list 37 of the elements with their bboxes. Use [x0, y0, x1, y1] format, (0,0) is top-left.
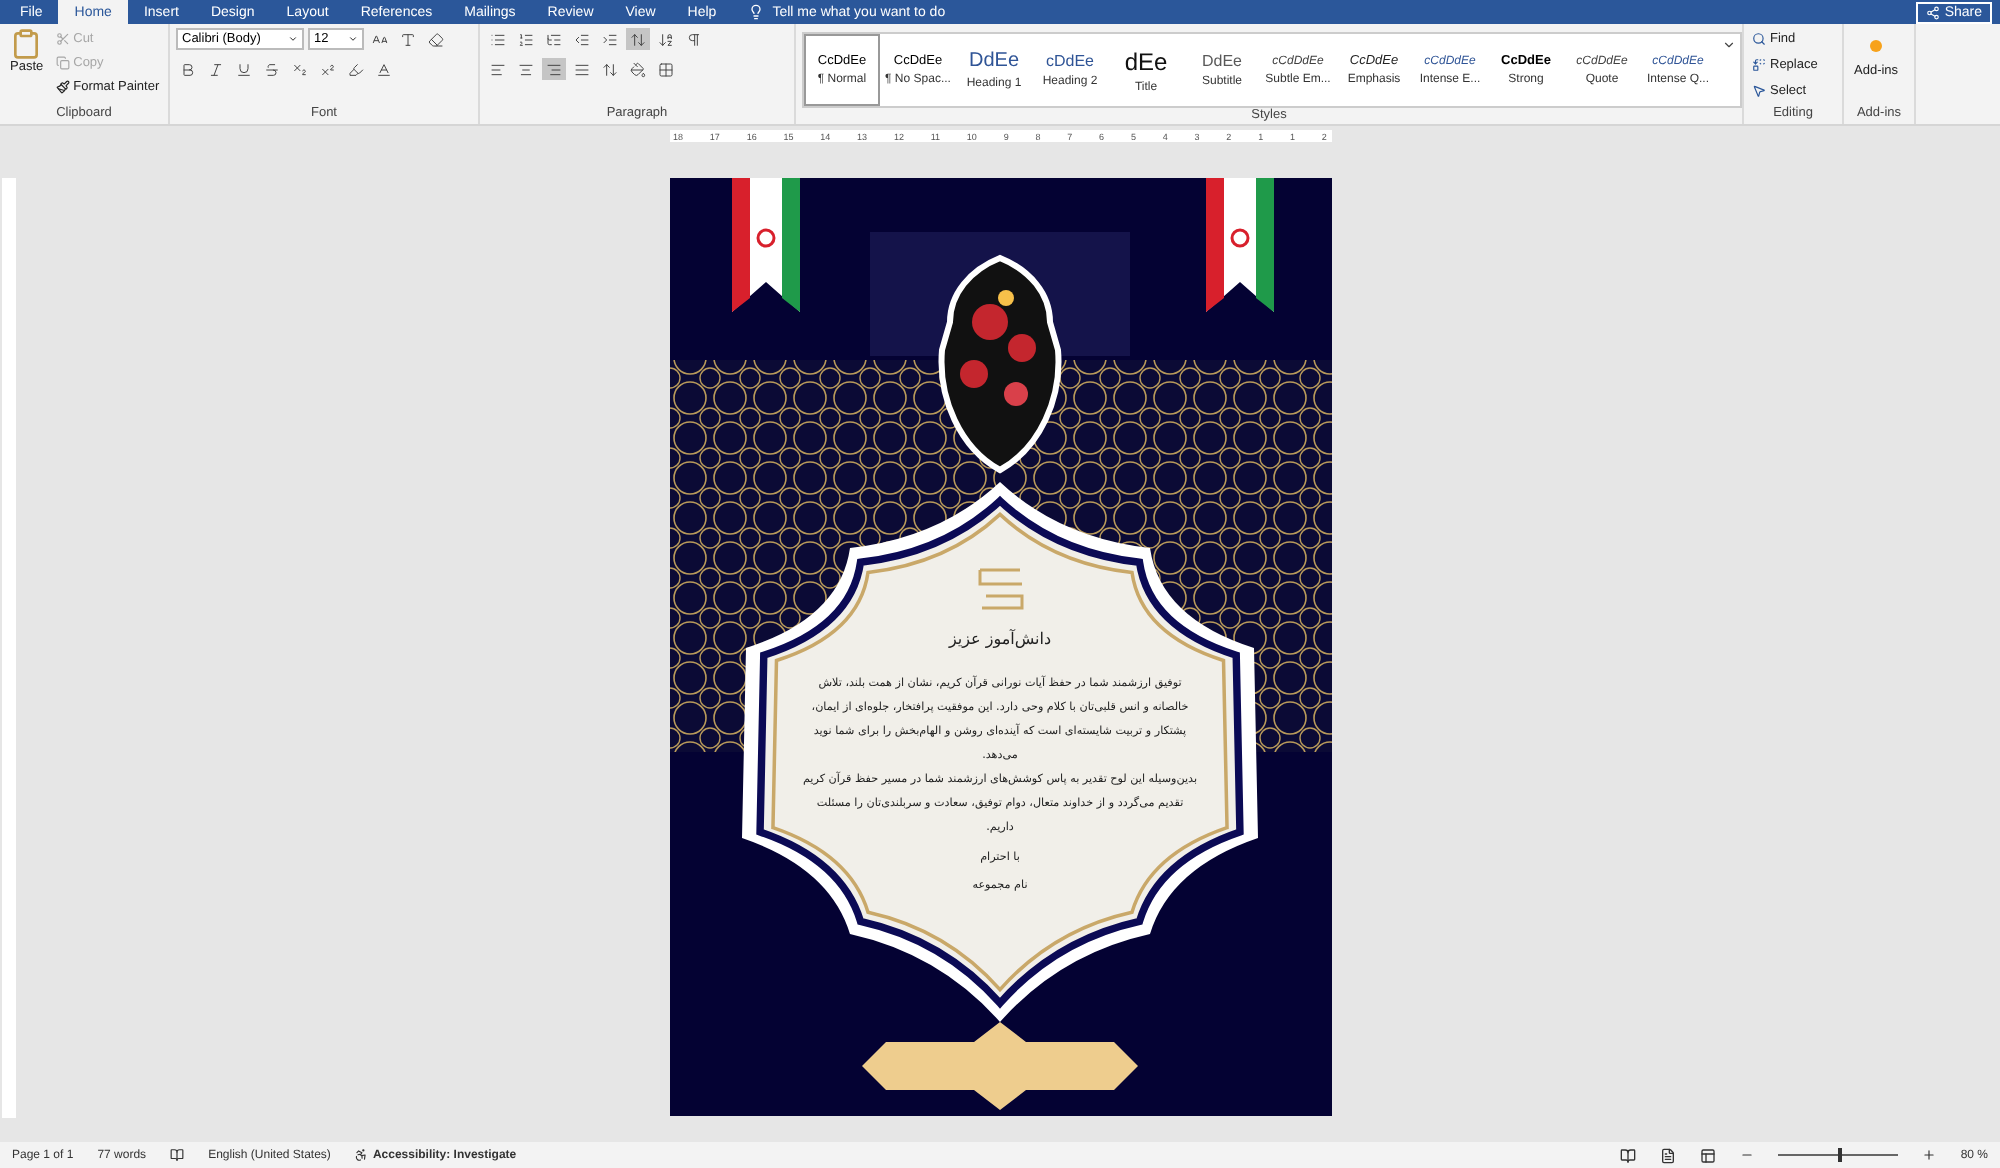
- paragraph-tool-icon[interactable]: [654, 58, 678, 80]
- paragraph-tool-icon[interactable]: [514, 28, 538, 50]
- web-layout-icon[interactable]: [1700, 1147, 1717, 1163]
- search-icon: [1752, 31, 1766, 45]
- print-layout-icon[interactable]: [1660, 1147, 1677, 1163]
- format-icon[interactable]: [344, 58, 368, 80]
- font-tool-icon[interactable]: [424, 28, 448, 50]
- chevron-down-icon: [1721, 38, 1735, 52]
- scissors-icon: [55, 31, 70, 45]
- zoom-out-icon[interactable]: [1740, 1148, 1755, 1162]
- dropdown-icon: [288, 34, 298, 44]
- format-icon[interactable]: [372, 58, 396, 80]
- paintbrush-icon: [55, 79, 70, 93]
- paragraph-tool-icon[interactable]: [542, 58, 566, 80]
- share-icon: [1926, 5, 1941, 19]
- font-tool-icon[interactable]: [396, 28, 420, 50]
- flag-drawing: [731, 178, 799, 312]
- copy-icon: [55, 55, 70, 69]
- paragraph-tool-icon[interactable]: [626, 28, 650, 50]
- zoom-slider-thumb[interactable]: [1838, 1148, 1843, 1162]
- cursor-icon: [1752, 83, 1766, 97]
- accessibility-icon: [354, 1148, 369, 1162]
- dot-icon: [1870, 40, 1883, 52]
- proofing-icon[interactable]: [170, 1148, 185, 1162]
- paragraph-tool-icon[interactable]: [654, 28, 678, 50]
- format-icon[interactable]: [232, 58, 256, 80]
- calligraphy-drawing: [977, 568, 1023, 610]
- paragraph-tool-icon[interactable]: [626, 58, 650, 80]
- format-icon[interactable]: [260, 58, 284, 80]
- dropdown-icon: [348, 34, 358, 44]
- read-mode-icon[interactable]: [1620, 1147, 1637, 1163]
- clipboard-icon: [10, 28, 43, 60]
- paragraph-tool-icon[interactable]: [598, 58, 622, 80]
- certificate-heading: دانش‌آموز عزیز: [946, 630, 1054, 648]
- lightbulb-icon: [748, 4, 765, 20]
- zoom-in-icon[interactable]: [1922, 1148, 1937, 1162]
- flag-drawing: [1205, 178, 1273, 312]
